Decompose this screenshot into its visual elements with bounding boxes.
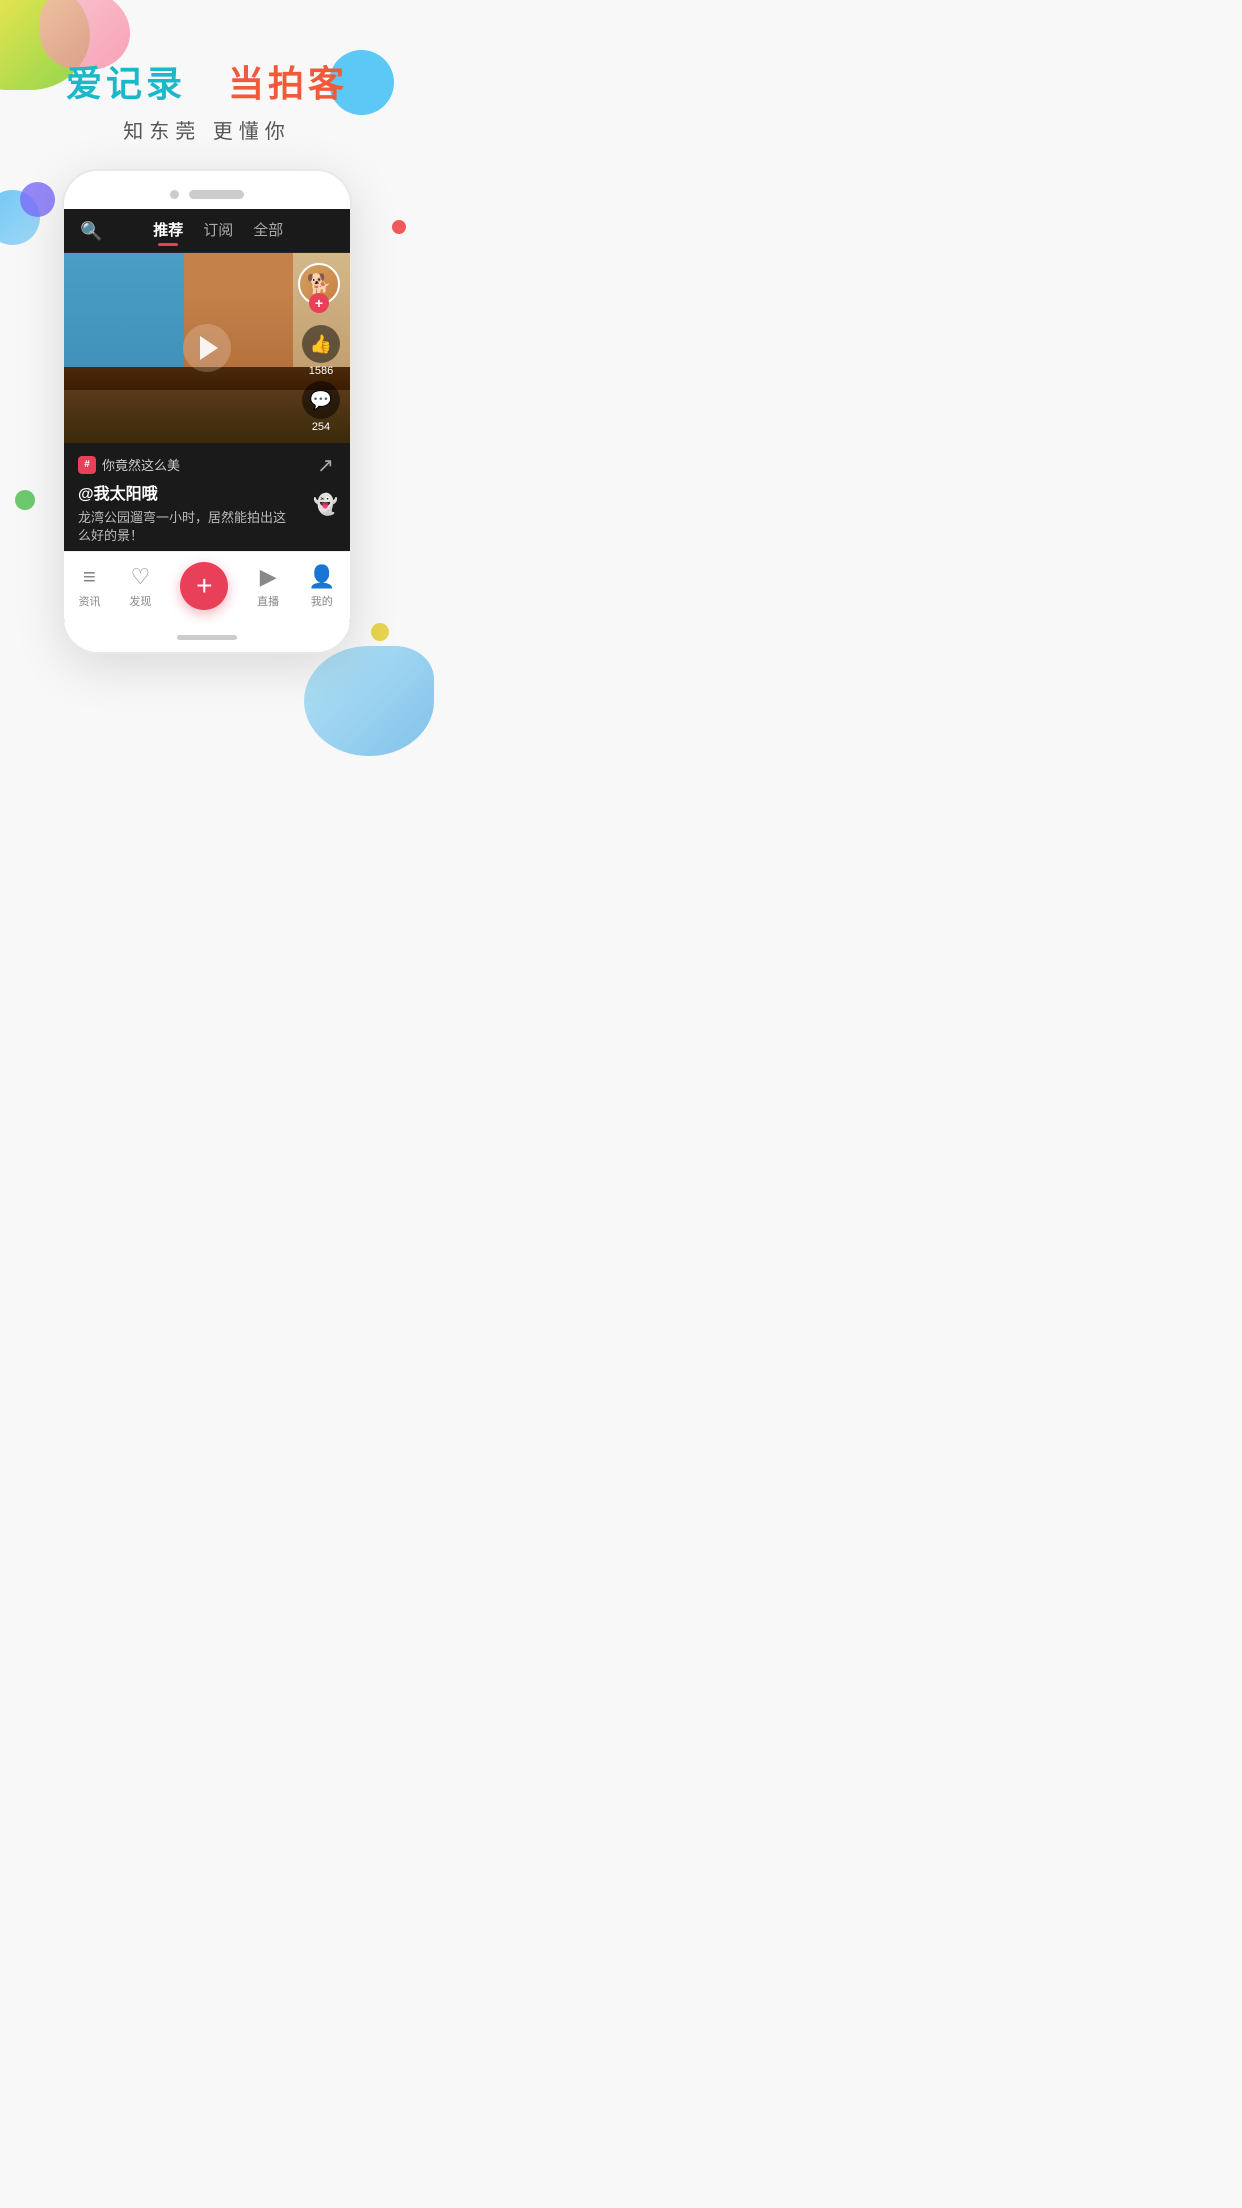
post-author[interactable]: @我太阳哦 (78, 480, 336, 504)
follow-button[interactable]: + (309, 293, 329, 313)
phone-top-bar (64, 171, 350, 209)
hashtag-icon: # (78, 456, 96, 474)
ghost-icon[interactable]: 👻 (313, 492, 338, 517)
home-indicator (177, 635, 237, 640)
blob-blue-bottom-right (304, 646, 434, 756)
app-screen: 🔍 推荐 订阅 全部 (64, 209, 350, 622)
phone-wrapper: 🔍 推荐 订阅 全部 (0, 169, 414, 654)
video-sidebar: 👍 1586 💬 254 (302, 325, 340, 433)
phone-bottom-bar (64, 622, 350, 652)
profile-icon: 👤 (308, 564, 335, 590)
subtitle: 知东莞 更懂你 (20, 115, 394, 144)
like-count: 1586 (309, 365, 333, 377)
tag-line: # 你竟然这么美 (78, 455, 336, 474)
nav-item-discover[interactable]: ♡ 发现 (129, 564, 151, 609)
post-description: 龙湾公园遛弯一小时，居然能拍出这么好的景！ (78, 509, 336, 545)
post-info: ↗ 👻 # 你竟然这么美 @我太阳哦 龙湾公园遛弯一小时，居然能拍出这么好的景！ (64, 443, 350, 551)
nav-tabs: 推荐 订阅 全部 (102, 219, 334, 244)
live-icon: ▶ (260, 564, 277, 590)
tagline-coral: 当拍客 (228, 63, 348, 104)
nav-item-news[interactable]: ≡ 资讯 (78, 564, 100, 609)
app-nav: 🔍 推荐 订阅 全部 (64, 209, 350, 253)
add-button[interactable]: + (180, 562, 228, 610)
tab-recommend[interactable]: 推荐 (153, 219, 183, 244)
video-container[interactable]: 🐕 + 👍 1586 💬 254 (64, 253, 350, 443)
search-icon[interactable]: 🔍 (80, 221, 102, 242)
tab-subscribe[interactable]: 订阅 (203, 219, 233, 244)
discover-label: 发现 (129, 593, 151, 609)
bottom-nav: ≡ 资讯 ♡ 发现 + ▶ 直播 👤 我的 (64, 551, 350, 622)
avatar-follow-container: 🐕 + (298, 263, 340, 305)
nav-item-live[interactable]: ▶ 直播 (257, 564, 279, 609)
tab-all[interactable]: 全部 (253, 219, 283, 244)
live-label: 直播 (257, 593, 279, 609)
comment-action[interactable]: 💬 254 (302, 381, 340, 433)
like-icon[interactable]: 👍 (302, 325, 340, 363)
post-actions-right: ↗ 👻 (313, 453, 338, 517)
phone-speaker (189, 190, 244, 199)
nav-item-profile[interactable]: 👤 我的 (308, 564, 335, 609)
phone-camera (170, 190, 179, 199)
news-icon: ≡ (83, 564, 96, 590)
phone-mockup: 🔍 推荐 订阅 全部 (62, 169, 352, 654)
like-action[interactable]: 👍 1586 (302, 325, 340, 377)
discover-icon: ♡ (130, 564, 150, 590)
main-tagline: 爱记录 当拍客 (20, 55, 394, 107)
tag-text: 你竟然这么美 (102, 455, 180, 474)
play-triangle-icon (200, 336, 218, 360)
profile-label: 我的 (311, 593, 333, 609)
share-icon[interactable]: ↗ (317, 453, 334, 478)
tagline-cyan: 爱记录 (66, 63, 186, 104)
header-section: 爱记录 当拍客 知东莞 更懂你 (0, 0, 414, 169)
news-label: 资讯 (78, 593, 100, 609)
comment-icon[interactable]: 💬 (302, 381, 340, 419)
comment-count: 254 (312, 421, 330, 433)
play-button[interactable] (183, 324, 231, 372)
